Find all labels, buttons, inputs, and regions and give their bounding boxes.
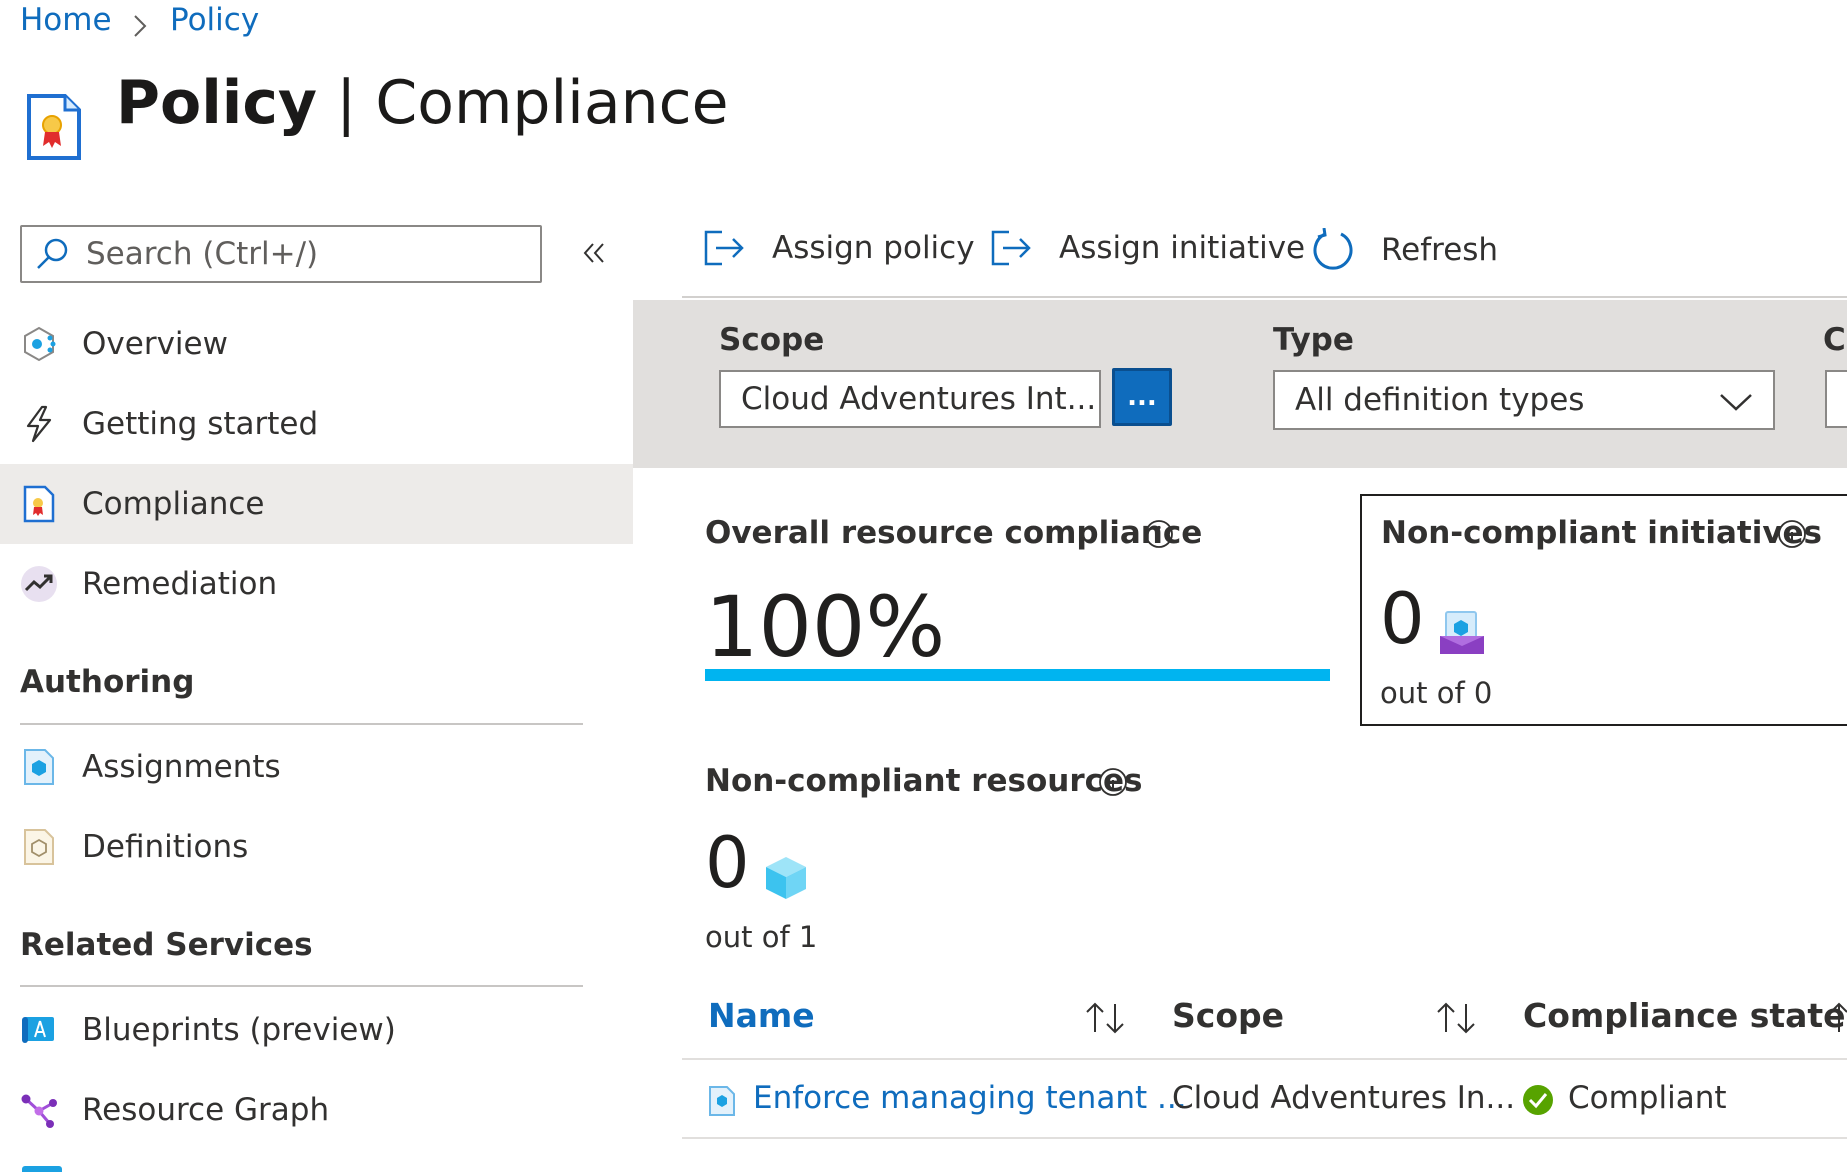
type-value: All definition types: [1295, 382, 1585, 418]
third-filter-label: C: [1823, 322, 1846, 358]
resource-graph-icon: [20, 1091, 58, 1129]
section-title-related-services: Related Services: [20, 927, 313, 963]
section-divider: [20, 723, 583, 725]
sidebar-item-label: Remediation: [82, 566, 278, 602]
sidebar-item-blueprints[interactable]: Blueprints (preview): [0, 990, 633, 1070]
info-icon[interactable]: [1144, 519, 1174, 549]
assign-initiative-label: Assign initiative: [1059, 230, 1306, 266]
sidebar-item-definitions[interactable]: Definitions: [0, 807, 633, 887]
sidebar-item-assignments[interactable]: Assignments: [0, 727, 633, 807]
sidebar-item-label: Compliance: [82, 486, 265, 522]
initiatives-count: 0: [1380, 578, 1425, 660]
page-title: Policy | Compliance: [116, 68, 729, 138]
sidebar-item-label: Overview: [82, 326, 228, 362]
sidebar-item-getting-started[interactable]: Getting started: [0, 384, 633, 464]
refresh-button[interactable]: Refresh: [1311, 228, 1498, 272]
partial-nav-icon: [22, 1166, 62, 1172]
compliance-state-value: Compliant: [1568, 1080, 1727, 1116]
check-circle-icon: [1523, 1085, 1553, 1115]
compliance-progress-fill: [705, 669, 1330, 681]
compliance-icon: [20, 485, 58, 523]
scope-field[interactable]: Cloud Adventures Int...: [719, 370, 1101, 428]
initiative-icon: [1440, 611, 1484, 654]
refresh-label: Refresh: [1381, 232, 1499, 268]
scope-picker-button[interactable]: ...: [1112, 368, 1172, 426]
refresh-icon: [1313, 228, 1353, 270]
table-header-divider: [682, 1058, 1847, 1060]
initiatives-subtext: out of 0: [1380, 676, 1493, 710]
policy-assignment-icon: [709, 1086, 735, 1116]
assign-icon: [991, 230, 1031, 266]
scope-value: Cloud Adventures Int...: [741, 381, 1097, 417]
initiatives-title: Non-compliant initiatives: [1381, 515, 1823, 551]
sidebar-item-remediation[interactable]: Remediation: [0, 544, 633, 624]
remediation-icon: [20, 565, 58, 603]
assignments-icon: [20, 748, 58, 786]
chevron-down-icon: [1720, 394, 1752, 411]
sidebar-search-input[interactable]: [84, 235, 518, 273]
type-label: Type: [1273, 322, 1354, 358]
resources-subtext: out of 1: [705, 920, 818, 954]
table-row-divider: [682, 1137, 1847, 1139]
assign-icon: [704, 230, 744, 266]
assignment-name-link[interactable]: Enforce managing tenant ...: [753, 1080, 1187, 1116]
collapse-sidebar-icon[interactable]: [577, 236, 611, 270]
sort-icon[interactable]: [1083, 1000, 1127, 1036]
sidebar-item-label: Definitions: [82, 829, 249, 865]
section-title-authoring: Authoring: [20, 664, 195, 700]
type-dropdown[interactable]: All definition types: [1273, 370, 1775, 430]
resource-cube-icon: [766, 857, 806, 899]
definitions-icon: [20, 828, 58, 866]
info-icon[interactable]: [1098, 767, 1128, 797]
column-header-compliance-state[interactable]: Compliance state: [1523, 996, 1846, 1035]
compliance-progress-track: [705, 669, 1330, 681]
resources-title: Non-compliant resources: [705, 763, 1143, 799]
sidebar-item-label: Getting started: [82, 406, 319, 442]
sidebar-item-compliance[interactable]: Compliance: [0, 464, 633, 544]
overview-icon: [20, 325, 58, 363]
third-filter-field[interactable]: [1825, 370, 1847, 428]
overall-compliance-title: Overall resource compliance: [705, 515, 1203, 551]
sidebar-search-box[interactable]: [20, 225, 542, 283]
column-header-scope[interactable]: Scope: [1172, 996, 1284, 1035]
policy-certificate-icon: [27, 94, 81, 160]
breadcrumb-home-link[interactable]: Home: [20, 2, 112, 38]
overall-compliance-value: 100%: [705, 578, 946, 676]
assign-policy-label: Assign policy: [772, 230, 975, 266]
sidebar-item-label: Blueprints (preview): [82, 1012, 396, 1048]
chevron-right-icon: [134, 15, 147, 37]
sidebar-item-label: Assignments: [82, 749, 281, 785]
section-divider: [20, 985, 583, 987]
resources-count: 0: [705, 822, 750, 904]
sidebar-item-resource-graph[interactable]: Resource Graph: [0, 1070, 633, 1150]
assign-initiative-button[interactable]: Assign initiative: [989, 228, 1305, 268]
scope-label: Scope: [719, 322, 825, 358]
sidebar-item-overview[interactable]: Overview: [0, 304, 633, 384]
sidebar-item-label: Resource Graph: [82, 1092, 330, 1128]
breadcrumb-policy-link[interactable]: Policy: [170, 2, 259, 38]
assignment-scope: Cloud Adventures In...: [1172, 1080, 1516, 1116]
column-header-name[interactable]: Name: [708, 996, 815, 1035]
command-bar-divider: [682, 296, 1847, 298]
info-icon[interactable]: [1777, 519, 1807, 549]
blueprints-icon: [20, 1011, 58, 1049]
search-icon: [37, 238, 68, 269]
lightning-icon: [20, 405, 58, 443]
assign-policy-button[interactable]: Assign policy: [702, 228, 975, 268]
sort-icon[interactable]: [1434, 1000, 1478, 1036]
sort-icon[interactable]: [1827, 1000, 1847, 1036]
